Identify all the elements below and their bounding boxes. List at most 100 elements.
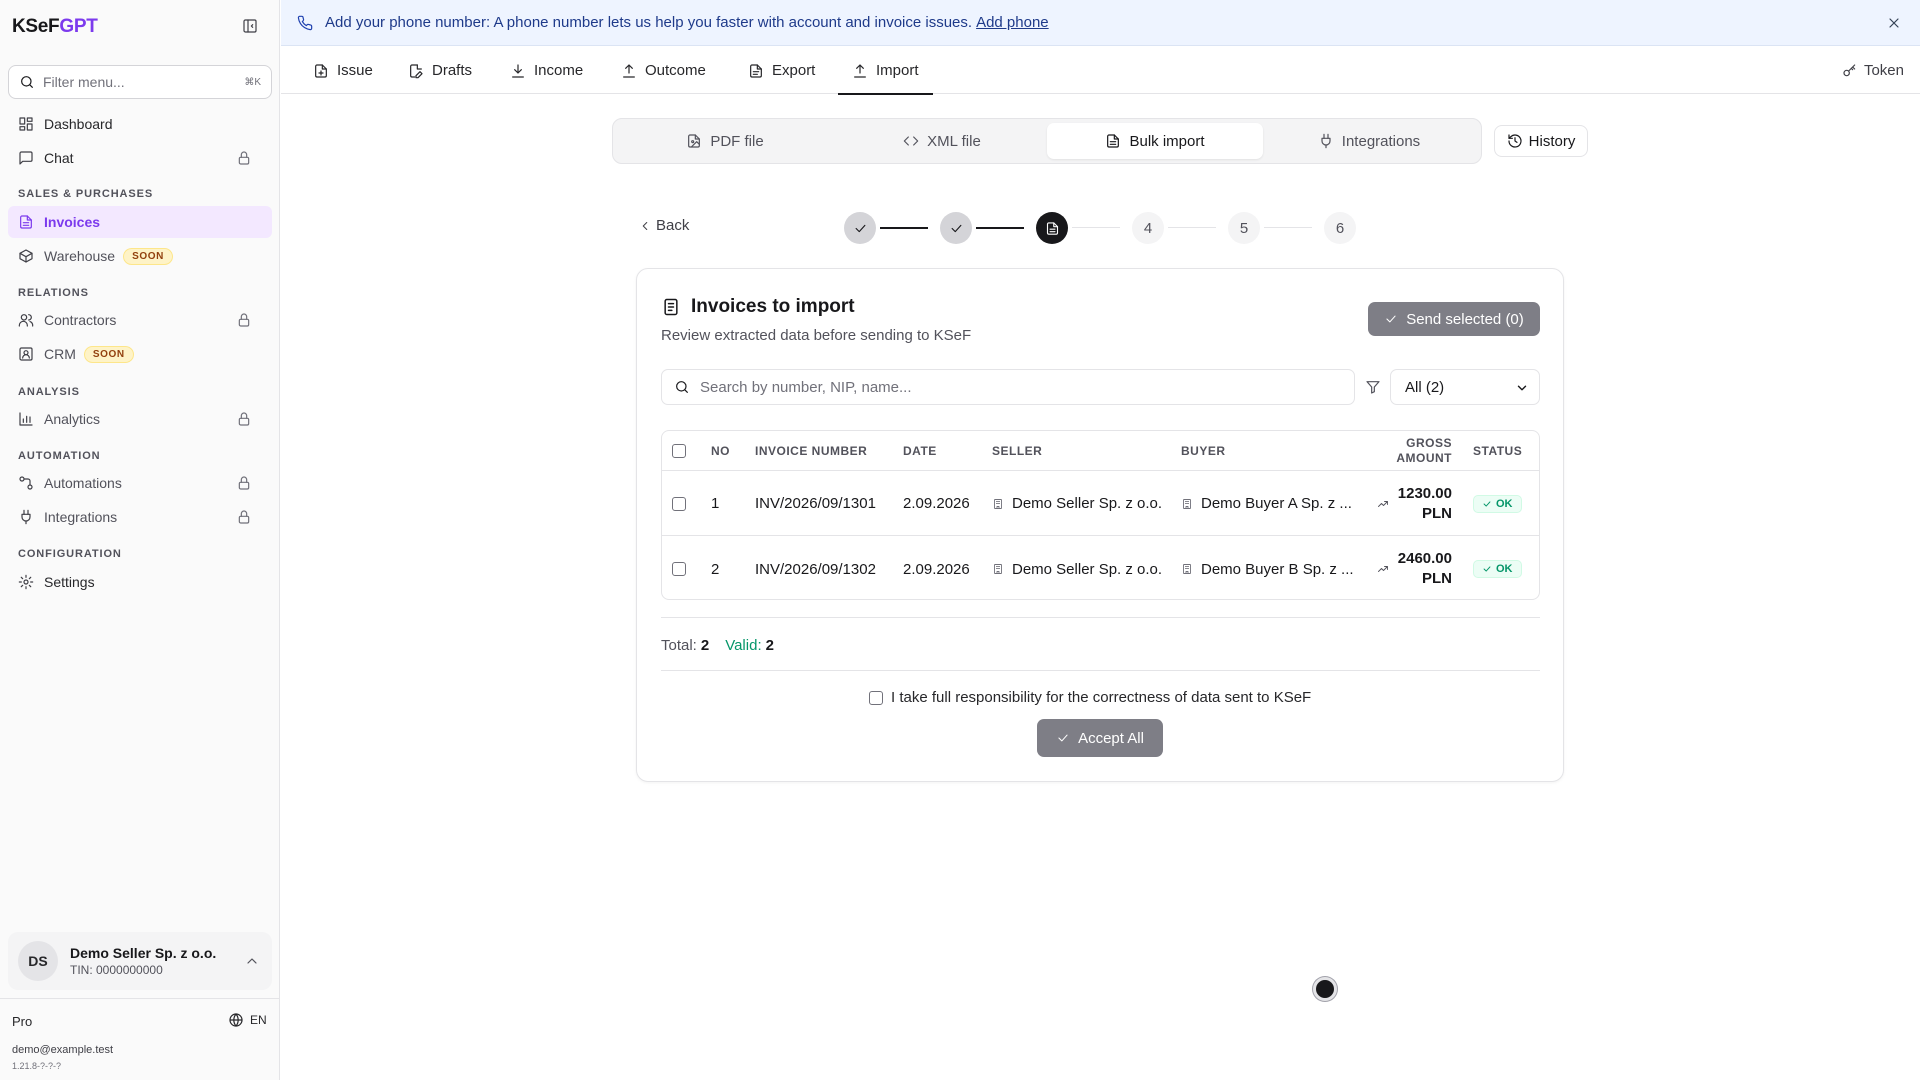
column-gross-amount: GROSS AMOUNT: [1396, 435, 1452, 465]
divider: [661, 617, 1540, 618]
receipt-icon: [664, 298, 678, 316]
users-icon: [18, 314, 34, 327]
cell-no: 2: [711, 560, 720, 578]
tab-xml-file[interactable]: XML file: [834, 123, 1050, 159]
sidebar-item-label: Settings: [44, 574, 95, 590]
search-icon: [21, 76, 33, 88]
filter-menu-box: ⌘K: [8, 65, 272, 99]
tab-drafts[interactable]: Drafts: [408, 47, 472, 94]
step-4: 4: [1132, 212, 1164, 244]
language-switcher[interactable]: EN: [228, 1012, 267, 1028]
sidebar-item-label: Analytics: [44, 411, 101, 427]
tab-outcome[interactable]: Outcome: [621, 47, 706, 94]
responsibility-checkbox[interactable]: [869, 690, 883, 705]
sidebar-item-settings[interactable]: Settings: [8, 566, 272, 598]
file-plus-icon: [315, 63, 327, 78]
tab-integrations[interactable]: Integrations: [1261, 123, 1477, 159]
cell-gross-amount: 1230.00 PLN: [1397, 484, 1452, 522]
lock-icon: [238, 476, 250, 490]
tab-issue[interactable]: Issue: [313, 47, 373, 94]
cell-buyer: Demo Buyer A Sp. z ...: [1181, 472, 1352, 535]
divider: [0, 998, 280, 999]
organization-name: Demo Seller Sp. z o.o.: [70, 945, 217, 961]
file-icon: [750, 63, 762, 78]
row-checkbox[interactable]: [672, 562, 686, 576]
gear-icon: [18, 574, 34, 590]
file-text-icon: [20, 215, 32, 229]
upload-icon: [854, 63, 866, 78]
soon-badge: SOON: [123, 247, 173, 265]
table-row[interactable]: 1 INV/2026/09/1301 2.09.2026 Demo Seller…: [662, 472, 1539, 536]
package-icon: [19, 249, 33, 263]
sidebar-item-warehouse[interactable]: Warehouse SOON: [8, 240, 272, 272]
tab-pdf-file[interactable]: PDF file: [617, 123, 833, 159]
sidebar-item-dashboard[interactable]: Dashboard: [8, 108, 272, 140]
responsibility-confirmation[interactable]: I take full responsibility for the corre…: [869, 689, 1311, 706]
cell-gross-amount: 2460.00 PLN: [1397, 550, 1452, 587]
row-checkbox[interactable]: [672, 496, 686, 511]
filter-icon[interactable]: [1365, 379, 1381, 395]
token-button[interactable]: Token: [1842, 47, 1904, 94]
sidebar-item-contractors[interactable]: Contractors: [8, 304, 272, 336]
code-icon: [903, 136, 919, 146]
accept-all-button[interactable]: Accept All: [1037, 719, 1163, 757]
sidebar-item-invoices[interactable]: Invoices: [8, 206, 272, 238]
top-navigation: Issue Drafts Income Outcome Export Impor…: [281, 47, 1920, 95]
sidebar-item-label: Warehouse: [44, 248, 116, 264]
download-icon: [512, 63, 524, 78]
sidebar-item-label: Automations: [44, 475, 122, 491]
history-button[interactable]: History: [1494, 125, 1588, 157]
organization-tin: TIN: 0000000000: [70, 963, 163, 977]
check-icon: [1483, 500, 1491, 507]
sidebar-toggle-icon[interactable]: [242, 18, 262, 38]
select-all-checkbox[interactable]: [672, 443, 686, 458]
building-icon: [1183, 498, 1191, 509]
sidebar-item-chat[interactable]: Chat: [8, 142, 272, 174]
tab-export[interactable]: Export: [748, 47, 815, 94]
status-badge: OK: [1473, 560, 1522, 578]
file-image-icon: [688, 134, 701, 148]
send-selected-button[interactable]: Send selected (0): [1368, 302, 1540, 336]
step-6: 6: [1324, 212, 1356, 244]
check-icon: [951, 224, 961, 232]
invoice-search-input[interactable]: [700, 378, 1342, 396]
sidebar-item-label: Integrations: [44, 509, 118, 525]
cell-date: 2.09.2026: [903, 560, 970, 578]
soon-badge: SOON: [83, 345, 134, 363]
tab-income[interactable]: Income: [510, 47, 583, 94]
plan-label: Pro: [12, 1014, 33, 1029]
invoice-search-box: [661, 369, 1355, 405]
responsibility-text: I take full responsibility for the corre…: [891, 689, 1312, 706]
app-logo[interactable]: KSeFGPT: [12, 16, 98, 38]
sidebar-item-integrations[interactable]: Integrations: [8, 501, 272, 533]
tab-import[interactable]: Import: [838, 47, 932, 95]
status-filter-select[interactable]: All (2): [1390, 369, 1540, 405]
organization-switcher[interactable]: DS Demo Seller Sp. z o.o. TIN: 000000000…: [8, 932, 272, 990]
add-phone-link[interactable]: Add phone: [976, 14, 1049, 31]
floating-indicator[interactable]: [1313, 977, 1337, 1001]
plug-icon: [1321, 133, 1331, 149]
chevron-down-icon: [1517, 385, 1527, 391]
section-sales-purchases: SALES & PURCHASES: [18, 188, 154, 200]
sidebar-item-crm[interactable]: CRM SOON: [8, 338, 272, 370]
total-label: Total:: [661, 637, 697, 654]
back-button[interactable]: Back: [638, 217, 689, 234]
column-status: STATUS: [1473, 443, 1523, 458]
close-icon[interactable]: [1886, 15, 1902, 31]
sidebar-item-label: Dashboard: [44, 116, 113, 132]
column-date: DATE: [903, 443, 937, 458]
sidebar-item-automations[interactable]: Automations: [8, 467, 272, 499]
check-icon: [1483, 566, 1491, 572]
step-connector: [1072, 227, 1120, 228]
lock-icon: [238, 313, 250, 327]
chat-icon: [19, 151, 33, 165]
step-connector: [1264, 227, 1312, 228]
step-connector: [880, 227, 928, 229]
total-value: 2: [700, 637, 710, 654]
table-row[interactable]: 2 INV/2026/09/1302 2.09.2026 Demo Seller…: [662, 537, 1539, 599]
tab-bulk-import[interactable]: Bulk import: [1047, 123, 1263, 159]
import-source-tabs: PDF file XML file Bulk import Integratio…: [612, 118, 1482, 164]
filter-menu-input[interactable]: [43, 74, 245, 90]
sidebar-item-analytics[interactable]: Analytics: [8, 403, 272, 435]
import-totals: Total: 2 Valid: 2: [661, 637, 774, 654]
